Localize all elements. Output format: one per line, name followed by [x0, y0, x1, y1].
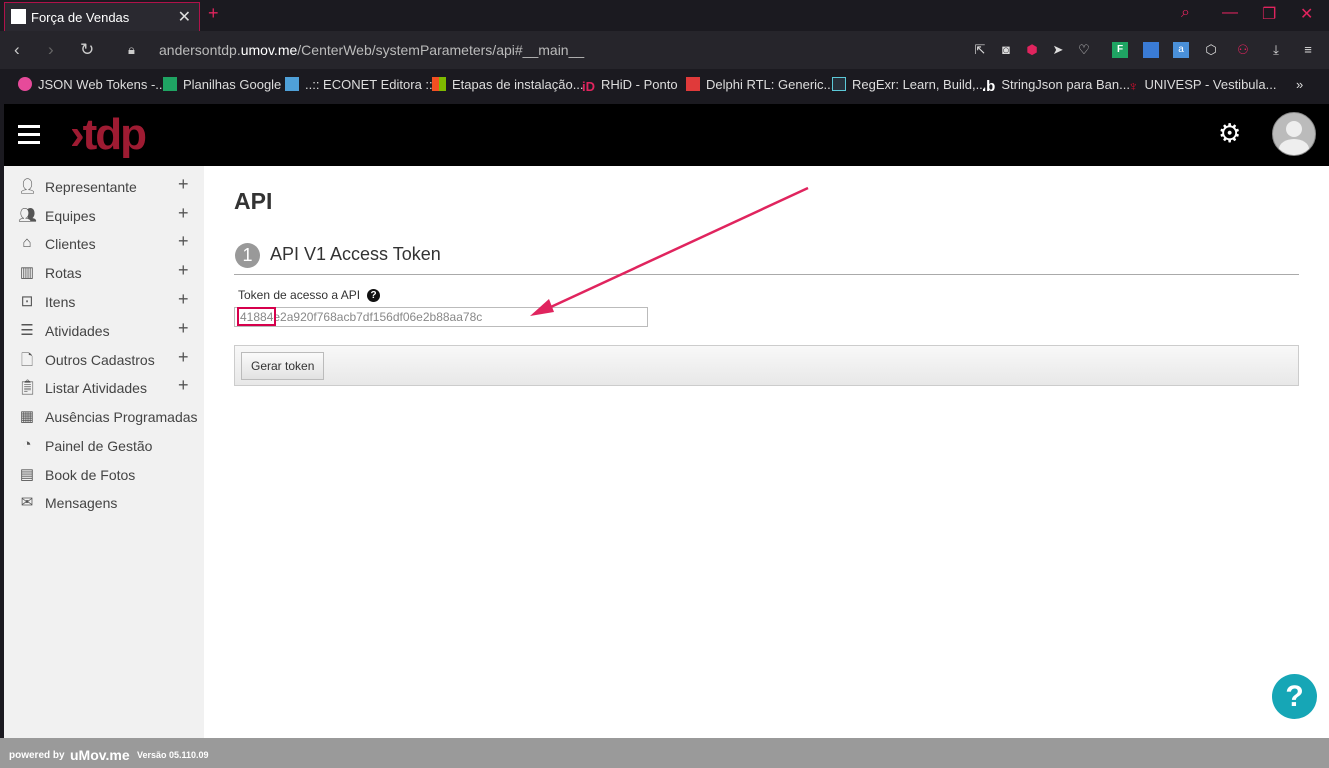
back-icon[interactable]: ‹ [14, 40, 20, 60]
profile-icon[interactable]: ⚇ [1235, 42, 1251, 58]
address-bar: ‹ › ↻ 🔒︎ andersontdp.umov.me/CenterWeb/s… [0, 31, 1329, 69]
tab-close-icon[interactable]: ✕ [178, 7, 191, 27]
home-icon: ⌂ [22, 234, 32, 251]
sidebar-item-listar-atividades[interactable]: 📋︎ Listar Atividades + [4, 374, 204, 402]
close-window-icon[interactable]: ✕ [1300, 4, 1313, 24]
expand-icon[interactable]: + [178, 174, 189, 195]
avatar[interactable] [1272, 112, 1316, 156]
search-icon[interactable]: ⌕ [1181, 4, 1190, 22]
sidebar-item-rotas[interactable]: ▥ Rotas + [4, 259, 204, 287]
bookmark-favicon-icon: .b [982, 78, 996, 95]
forward-icon[interactable]: › [48, 40, 54, 60]
sidebar-item-clientes[interactable]: ⌂ Clientes + [4, 230, 204, 258]
bookmarks-bar: JSON Web Tokens -... Planilhas Google ..… [0, 69, 1329, 104]
bookmark-item[interactable]: JSON Web Tokens -... [18, 77, 166, 92]
expand-icon[interactable]: + [178, 375, 189, 396]
shield-icon[interactable]: ⬢ [1024, 42, 1040, 58]
send-icon[interactable]: ➤ [1050, 42, 1066, 58]
bookmark-favicon-icon: iD [582, 79, 595, 94]
dashboard-icon: ◔ [22, 436, 32, 453]
main-content: API 1 API V1 Access Token Token de acess… [204, 166, 1329, 738]
bookmark-favicon-icon: ♆ [1128, 78, 1139, 94]
bookmark-item[interactable]: RegExr: Learn, Build,... [832, 77, 986, 92]
bookmark-favicon-icon [832, 77, 846, 91]
bookmark-item[interactable]: .b StringJson para Ban... [982, 77, 1130, 95]
umov-brand: uMov.me [70, 747, 130, 763]
extension-f-icon[interactable]: F [1112, 42, 1128, 58]
version-text: Versão 05.110.09 [137, 750, 209, 760]
powered-by-text: powered by [9, 750, 65, 761]
bookmark-item[interactable]: Planilhas Google [163, 77, 281, 92]
sidebar-item-mensagens[interactable]: ✉ Mensagens [4, 489, 204, 517]
expand-icon[interactable]: + [178, 203, 189, 224]
calendar-icon: ▦ [19, 408, 35, 425]
hamburger-menu-icon[interactable] [18, 125, 40, 149]
bookmark-item[interactable]: Delphi RTL: Generic... [686, 77, 834, 92]
share-icon[interactable]: ⇱ [972, 42, 988, 58]
lock-icon: 🔒︎ [128, 42, 135, 57]
clipboard-icon: 📋︎ [18, 379, 38, 396]
user-icon: 👤︎ [18, 178, 38, 195]
box-icon: ⊡ [20, 293, 34, 310]
file-icon: 🗋︎ [20, 352, 34, 369]
sidebar-item-outros-cadastros[interactable]: 🗋︎ Outros Cadastros + [4, 346, 204, 374]
sidebar: 👤︎ Representante + 👥︎ Equipes + ⌂ Clientes + ▥… [4, 166, 204, 738]
help-bubble-icon[interactable]: ? [1272, 674, 1317, 719]
map-icon: ▥ [19, 264, 35, 281]
sidebar-item-itens[interactable]: ⊡ Itens + [4, 288, 204, 316]
new-tab-icon[interactable]: + [208, 3, 219, 24]
camera-icon[interactable]: ◙ [998, 42, 1014, 58]
expand-icon[interactable]: + [178, 289, 189, 310]
gear-icon[interactable]: ⚙ [1218, 118, 1241, 149]
envelope-icon: ✉ [20, 494, 34, 511]
menu-icon[interactable]: ≡ [1300, 42, 1316, 58]
download-icon[interactable]: ⤓ [1268, 42, 1284, 58]
url-field[interactable]: andersontdp.umov.me/CenterWeb/systemPara… [159, 42, 584, 58]
footer: powered by uMov.me Versão 05.110.09 [0, 738, 1329, 768]
book-icon: ▤ [19, 466, 35, 483]
bookmark-favicon-icon [285, 77, 299, 91]
sidebar-item-equipes[interactable]: 👥︎ Equipes + [4, 202, 204, 230]
expand-icon[interactable]: + [178, 318, 189, 339]
tab-title: Força de Vendas [31, 10, 130, 25]
users-icon: 👥︎ [18, 207, 38, 224]
sidebar-item-ausencias-programadas[interactable]: ▦ Ausências Programadas [4, 403, 204, 431]
browser-tab[interactable]: Força de Vendas ✕ [4, 2, 200, 31]
sidebar-item-representante[interactable]: 👤︎ Representante + [4, 173, 204, 201]
heart-icon[interactable]: ♡ [1076, 42, 1092, 58]
annotation-arrow [530, 186, 809, 316]
expand-icon[interactable]: + [178, 231, 189, 252]
list-icon: ☰ [20, 322, 34, 339]
expand-icon[interactable]: + [178, 347, 189, 368]
cube-icon[interactable]: ⬡ [1203, 42, 1219, 58]
app-header: ›tdp ⚙ [4, 104, 1329, 166]
restore-icon[interactable]: ❐ [1262, 4, 1276, 24]
tab-favicon-icon [11, 9, 26, 24]
button-bar: Gerar token [234, 345, 1299, 386]
bookmark-item[interactable]: ♆ UNIVESP - Vestibula... [1128, 77, 1277, 94]
generate-token-button[interactable]: Gerar token [241, 352, 325, 380]
bookmark-favicon-icon [163, 77, 177, 91]
sidebar-item-book-de-fotos[interactable]: ▤ Book de Fotos [4, 461, 204, 489]
bookmark-item[interactable]: Etapas de instalação... [432, 77, 584, 92]
sidebar-item-atividades[interactable]: ☰ Atividades + [4, 317, 204, 345]
extension-icon[interactable] [1143, 42, 1159, 58]
minimize-icon[interactable]: — [1222, 4, 1238, 22]
tdp-logo: ›tdp [70, 110, 147, 159]
bookmark-favicon-icon [432, 77, 446, 91]
browser-tab-bar: Força de Vendas ✕ + ⌕ — ❐ ✕ [0, 0, 1329, 31]
bookmarks-more-icon[interactable]: » [1296, 77, 1303, 92]
expand-icon[interactable]: + [178, 260, 189, 281]
bookmark-favicon-icon [686, 77, 700, 91]
bookmark-favicon-icon [18, 77, 32, 91]
bookmark-item[interactable]: ..:: ECONET Editora ::.. [285, 77, 440, 92]
sidebar-item-painel-de-gestao[interactable]: ◔ Painel de Gestão [4, 432, 204, 460]
reload-icon[interactable]: ↻ [80, 40, 94, 60]
bookmark-item[interactable]: iD RHiD - Ponto [582, 77, 678, 94]
translate-icon[interactable]: a [1173, 42, 1189, 58]
